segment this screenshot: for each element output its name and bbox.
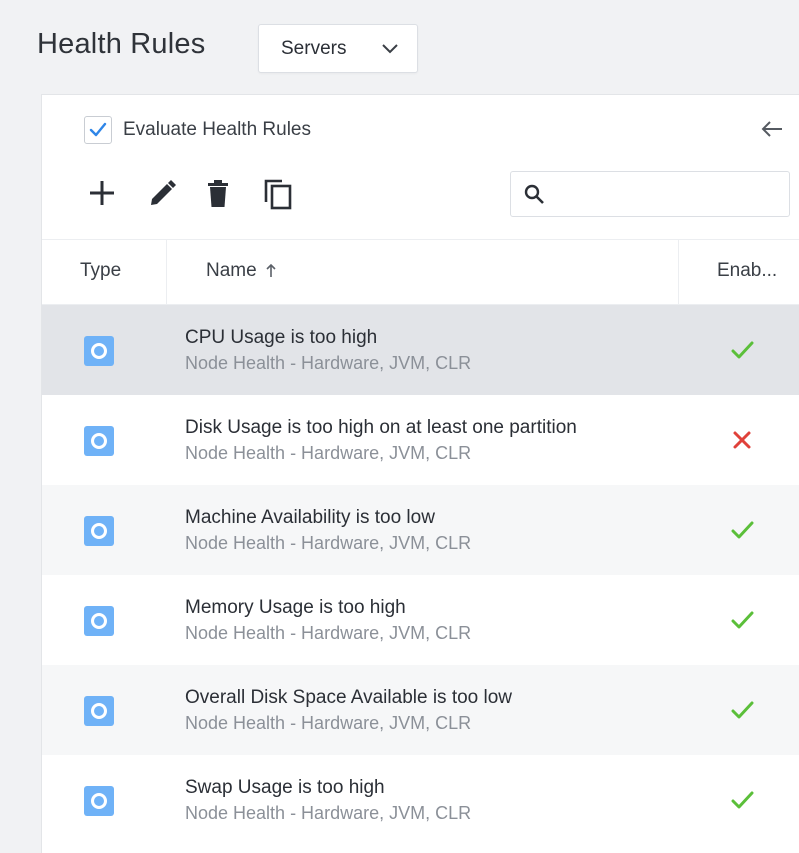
column-header-type[interactable]: Type [80, 260, 121, 282]
rule-name: Memory Usage is too high [185, 597, 406, 618]
rule-affects: Node Health - Hardware, JVM, CLR [185, 803, 472, 823]
enabled-check-icon [731, 611, 754, 629]
rule-affects: Node Health - Hardware, JVM, CLR [185, 443, 472, 463]
entity-type-select-value: Servers [281, 38, 347, 59]
rule-name: Swap Usage is too high [185, 777, 385, 798]
column-header-enabled[interactable]: Enab... [717, 260, 777, 282]
enabled-check-icon [731, 791, 754, 809]
entity-type-select[interactable]: Servers [258, 24, 418, 73]
enabled-check-icon [731, 521, 754, 539]
edit-pencil-icon[interactable] [143, 175, 179, 211]
column-divider [166, 240, 167, 304]
column-header-name-label: Name [206, 260, 257, 281]
evaluate-health-rules-label: Evaluate Health Rules [123, 119, 311, 140]
type-icon-ring [91, 523, 107, 539]
header: Health Rules Servers [0, 0, 799, 92]
arrow-left-icon[interactable] [760, 119, 784, 139]
copy-icon[interactable] [260, 175, 296, 211]
rule-affects: Node Health - Hardware, JVM, CLR [185, 353, 472, 373]
column-header-name[interactable]: Name [206, 260, 277, 282]
delete-trash-icon[interactable] [200, 175, 236, 211]
table-row[interactable]: CPU Usage is too high Node Health - Hardw… [42, 305, 799, 395]
health-rules-panel: Evaluate Health Rules Type Name Enab... … [41, 94, 799, 853]
checkmark-icon [89, 122, 107, 137]
type-icon-ring [91, 433, 107, 449]
add-icon[interactable] [84, 175, 120, 211]
search-box [510, 171, 790, 217]
rule-name: CPU Usage is too high [185, 327, 378, 348]
node-health-type-icon [84, 426, 114, 456]
node-health-type-icon [84, 516, 114, 546]
column-divider [678, 240, 679, 304]
health-rules-table: Type Name Enab... CPU Usage is too high N… [42, 239, 799, 845]
rule-affects: Node Health - Hardware, JVM, CLR [185, 713, 472, 733]
node-health-type-icon [84, 336, 114, 366]
table-row[interactable]: Machine Availability is too low Node Heal… [42, 485, 799, 575]
node-health-type-icon [84, 696, 114, 726]
table-row[interactable]: Overall Disk Space Available is too low N… [42, 665, 799, 755]
rule-name: Machine Availability is too low [185, 507, 435, 528]
type-icon-ring [91, 793, 107, 809]
disabled-cross-icon [733, 431, 751, 449]
rule-name: Disk Usage is too high on at least one p… [185, 417, 577, 438]
node-health-type-icon [84, 606, 114, 636]
sort-ascending-icon [266, 263, 276, 277]
table-row[interactable]: Memory Usage is too high Node Health - Ha… [42, 575, 799, 665]
page-title: Health Rules [37, 28, 206, 60]
table-header: Type Name Enab... [42, 239, 799, 305]
enabled-check-icon [731, 701, 754, 719]
rule-name: Overall Disk Space Available is too low [185, 687, 513, 708]
rule-affects: Node Health - Hardware, JVM, CLR [185, 623, 472, 643]
table-row[interactable]: Swap Usage is too high Node Health - Hard… [42, 755, 799, 845]
chevron-down-icon [382, 44, 398, 54]
search-icon [524, 184, 544, 204]
table-body: CPU Usage is too high Node Health - Hardw… [42, 305, 799, 845]
table-row[interactable]: Disk Usage is too high on at least one p… [42, 395, 799, 485]
search-input[interactable] [555, 178, 779, 212]
type-icon-ring [91, 703, 107, 719]
enabled-check-icon [731, 341, 754, 359]
node-health-type-icon [84, 786, 114, 816]
type-icon-ring [91, 613, 107, 629]
rule-affects: Node Health - Hardware, JVM, CLR [185, 533, 472, 553]
type-icon-ring [91, 343, 107, 359]
evaluate-health-rules-checkbox[interactable] [84, 116, 112, 144]
